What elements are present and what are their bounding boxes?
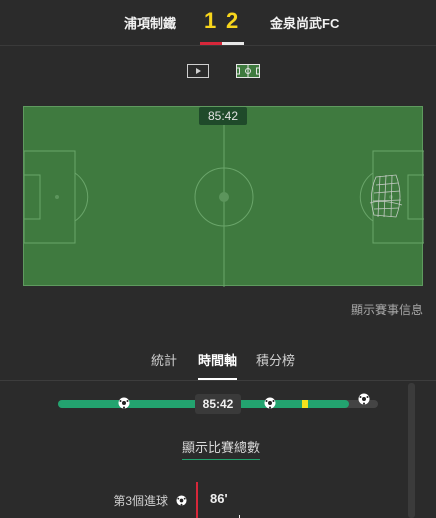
tab-standings[interactable]: 積分榜: [256, 350, 295, 369]
video-icon[interactable]: [187, 64, 209, 80]
tab-timeline[interactable]: 時間軸: [198, 350, 237, 369]
match-header: 浦項制鐵 1 2 金泉尚武FC: [0, 0, 436, 46]
soccer-ball-icon[interactable]: [118, 396, 130, 414]
home-team-name: 浦項制鐵: [124, 16, 177, 31]
tabs-divider: [0, 380, 436, 381]
tab-stats[interactable]: 統計: [151, 350, 177, 369]
list-item: 第3個進球 86': [0, 482, 436, 518]
soccer-ball-icon[interactable]: [358, 392, 370, 410]
away-score: 2: [226, 8, 239, 33]
away-team-name: 金泉尚武FC: [270, 16, 340, 31]
live-pitch: [23, 106, 424, 287]
event-minute: 86': [210, 491, 228, 506]
event-label: 第3個進球: [113, 494, 168, 508]
pitch-clock: 85:42: [199, 107, 247, 125]
yellow-card-icon[interactable]: [302, 400, 308, 408]
soccer-ball-icon: [176, 493, 187, 511]
goal-net-icon: [369, 174, 403, 218]
show-match-total-link[interactable]: 顯示比賽總數: [182, 437, 261, 460]
home-event-marker: [196, 482, 198, 518]
header-divider: [0, 45, 436, 46]
soccer-ball-icon[interactable]: [264, 396, 276, 414]
timeline-time-badge: 85:42: [195, 394, 241, 414]
tab-bar: 統計 時間軸 積分榜: [0, 348, 436, 381]
match-timeline[interactable]: 85:42: [58, 393, 380, 420]
pitch-lines: [24, 107, 424, 287]
pitch-icon[interactable]: [236, 64, 260, 80]
show-event-info-link[interactable]: 顯示賽事信息: [351, 301, 423, 318]
home-score: 1: [204, 8, 217, 33]
